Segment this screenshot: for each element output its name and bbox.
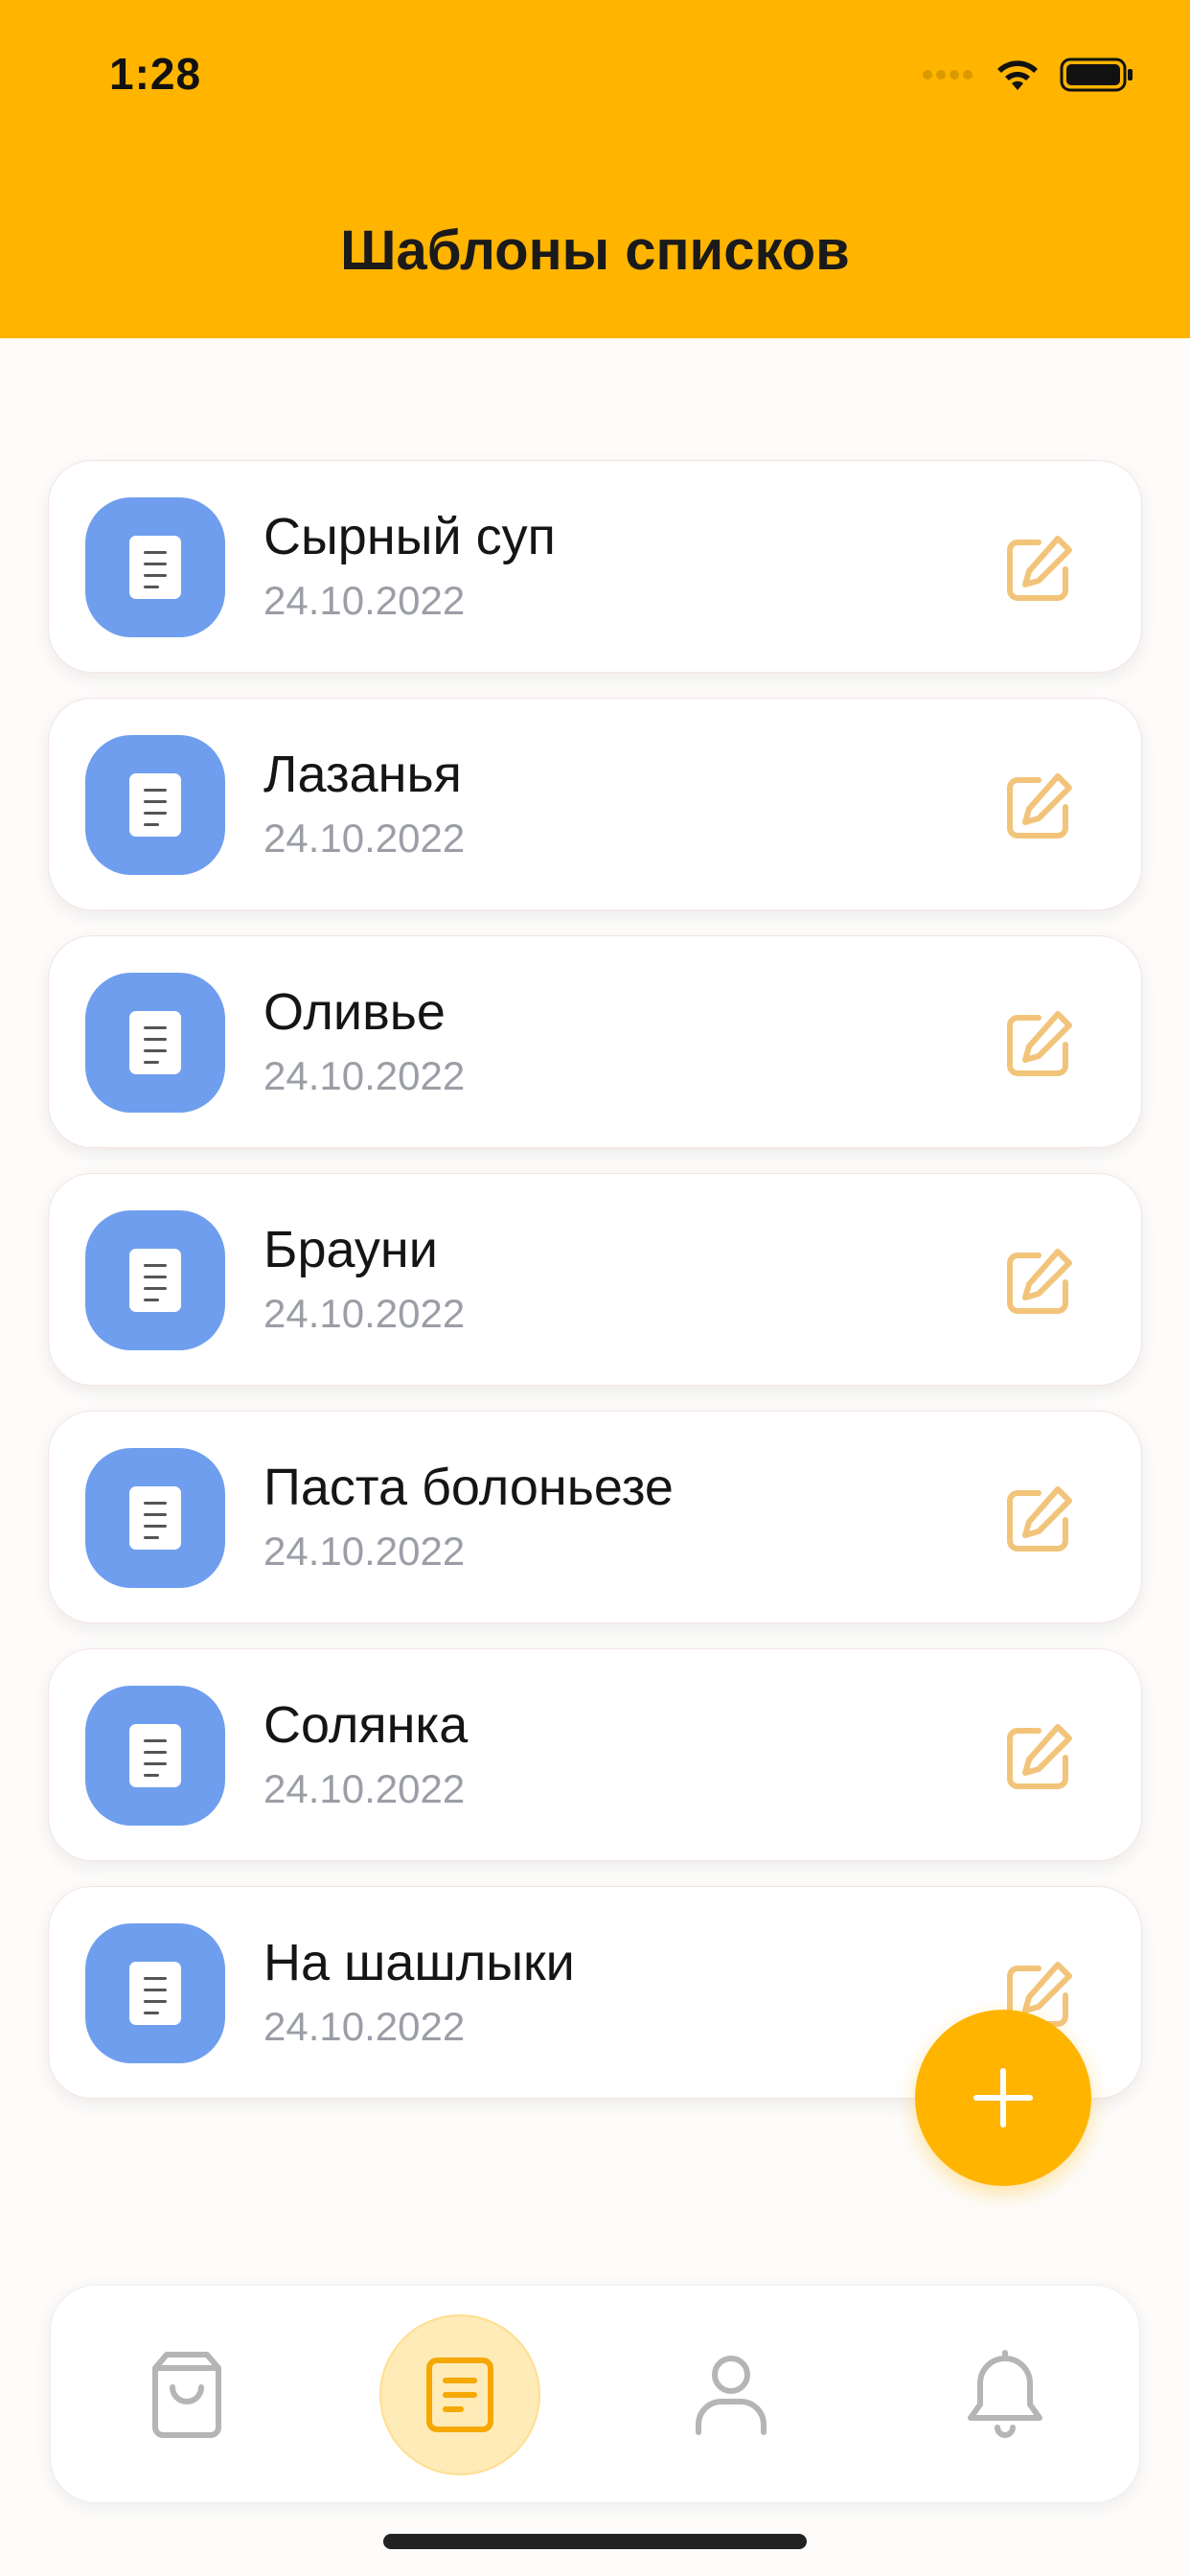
bottom-tab-bar [50, 2285, 1140, 2503]
document-tile [85, 1923, 225, 2063]
template-date: 24.10.2022 [263, 1291, 466, 1336]
list-icon [426, 2358, 493, 2432]
tab-templates[interactable] [379, 2314, 540, 2475]
app-header: 1:28 Шаблоны списков [0, 0, 1190, 338]
cellular-signal-icon [923, 70, 973, 80]
template-name: Оливье [263, 983, 446, 1041]
edit-icon [1007, 1486, 1072, 1552]
document-tile [85, 735, 225, 875]
document-icon [129, 1962, 181, 2025]
edit-icon [1007, 773, 1072, 839]
tab-notifications[interactable] [925, 2314, 1086, 2475]
template-card[interactable]: Оливье 24.10.2022 [48, 935, 1142, 1148]
template-name: Сырный суп [263, 508, 556, 565]
edit-icon [1007, 536, 1072, 601]
document-icon [129, 1249, 181, 1312]
document-icon [129, 1011, 181, 1074]
edit-icon [1007, 1724, 1072, 1789]
edit-button[interactable] [995, 1714, 1082, 1801]
template-date: 24.10.2022 [263, 578, 466, 623]
template-name: Лазанья [263, 746, 462, 803]
template-name: На шашлыки [263, 1934, 575, 1991]
tab-profile[interactable] [651, 2314, 812, 2475]
tab-shopping[interactable] [106, 2314, 267, 2475]
template-card[interactable]: Паста болоньезе 24.10.2022 [48, 1411, 1142, 1623]
edit-button[interactable] [995, 1477, 1082, 1563]
shopping-bag-icon [152, 2352, 221, 2438]
document-tile [85, 497, 225, 637]
document-tile [85, 1448, 225, 1588]
plus-icon [973, 2068, 1033, 2128]
status-time: 1:28 [109, 49, 202, 99]
template-name: Брауни [263, 1221, 438, 1278]
edit-icon [1007, 1011, 1072, 1076]
add-template-button[interactable] [915, 2010, 1091, 2186]
template-date: 24.10.2022 [263, 1053, 466, 1098]
template-list: Сырный суп 24.10.2022 Лазанья 24.10.2022 [48, 460, 1142, 2124]
document-icon [129, 1486, 181, 1550]
template-card[interactable]: Сырный суп 24.10.2022 [48, 460, 1142, 673]
template-name: Паста болоньезе [263, 1459, 674, 1516]
template-date: 24.10.2022 [263, 1766, 466, 1811]
user-icon [696, 2356, 767, 2435]
template-date: 24.10.2022 [263, 2004, 466, 2049]
document-tile [85, 973, 225, 1113]
edit-button[interactable] [995, 1001, 1082, 1088]
template-card[interactable]: Солянка 24.10.2022 [48, 1648, 1142, 1861]
document-tile [85, 1210, 225, 1350]
home-indicator [383, 2534, 807, 2549]
edit-icon [1007, 1249, 1072, 1314]
edit-button[interactable] [995, 526, 1082, 612]
page-title: Шаблоны списков [340, 219, 850, 282]
status-icons [922, 56, 1134, 94]
wifi-icon [997, 60, 1038, 90]
document-icon [129, 1724, 181, 1787]
edit-button[interactable] [995, 1239, 1082, 1325]
document-tile [85, 1686, 225, 1826]
document-icon [129, 773, 181, 837]
template-date: 24.10.2022 [263, 1529, 466, 1574]
battery-icon [1060, 58, 1133, 92]
template-name: Солянка [263, 1696, 469, 1754]
document-icon [129, 536, 181, 599]
bell-icon [968, 2350, 1042, 2438]
template-card[interactable]: Брауни 24.10.2022 [48, 1173, 1142, 1386]
edit-button[interactable] [995, 764, 1082, 850]
template-card[interactable]: Лазанья 24.10.2022 [48, 698, 1142, 910]
template-date: 24.10.2022 [263, 816, 466, 861]
